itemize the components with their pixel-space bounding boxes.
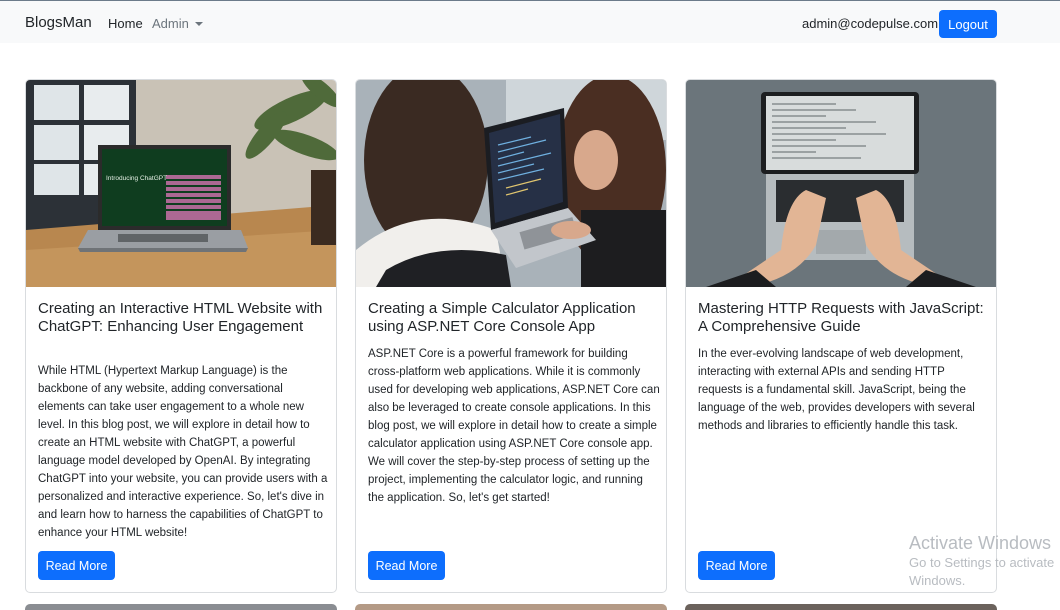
blog-card-summary: ASP.NET Core is a powerful framework for…: [368, 348, 660, 504]
nav-admin-label: Admin: [152, 16, 189, 31]
blog-card-summary: While HTML (Hypertext Markup Language) i…: [38, 365, 328, 539]
next-row-card-edge: [25, 604, 337, 610]
brand-logo-link[interactable]: BlogsMan: [25, 14, 92, 31]
blog-card-title: Mastering HTTP Requests with JavaScript:…: [698, 300, 984, 335]
next-row-card-edge: [355, 604, 667, 610]
blog-card-title: Creating a Simple Calculator Application…: [368, 300, 636, 335]
laptop-screen-text: Introducing ChatGPT: [106, 175, 167, 182]
nav-home-link[interactable]: Home: [108, 16, 143, 31]
blog-card: Creating a Simple Calculator Application…: [355, 79, 667, 593]
blog-card-image-two-women-laptop: [356, 80, 666, 287]
chevron-down-icon: [194, 22, 203, 26]
nav-admin-dropdown[interactable]: Admin: [152, 16, 203, 31]
blog-card: Introducing ChatGPT Creating an Interact…: [25, 79, 337, 593]
logout-button[interactable]: Logout: [939, 10, 997, 38]
read-more-button[interactable]: Read More: [368, 551, 445, 580]
read-more-button[interactable]: Read More: [38, 551, 115, 580]
blog-card-summary: In the ever-evolving landscape of web de…: [698, 348, 975, 432]
windows-activation-watermark: Activate Windows Go to Settings to activ…: [909, 532, 1060, 590]
blog-card-image-typing-laptop: [686, 80, 996, 287]
blog-card: Mastering HTTP Requests with JavaScript:…: [685, 79, 997, 593]
top-navbar: BlogsMan Home Admin admin@codepulse.com …: [0, 0, 1060, 43]
user-email: admin@codepulse.com: [802, 16, 939, 31]
watermark-line2: Go to Settings to activate Windows.: [909, 555, 1055, 588]
next-row-card-edge: [685, 604, 997, 610]
blog-card-image-chatgpt-laptop: Introducing ChatGPT: [26, 80, 336, 287]
blog-card-title: Creating an Interactive HTML Website wit…: [38, 300, 323, 335]
watermark-line1: Activate Windows: [909, 533, 1052, 553]
read-more-button[interactable]: Read More: [698, 551, 775, 580]
